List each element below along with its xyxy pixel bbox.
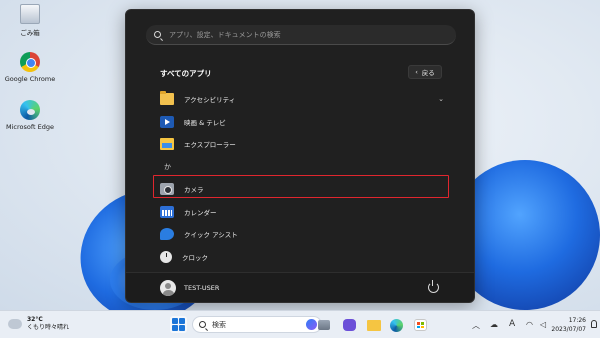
back-button-label: 戻る [421, 69, 435, 77]
search-highlight-icon [306, 319, 317, 330]
notification-icon[interactable] [591, 320, 597, 328]
ime-indicator[interactable]: A [509, 319, 515, 329]
desktop-icon-edge[interactable]: Microsoft Edge [2, 100, 58, 131]
windows-logo-tile [179, 318, 185, 324]
app-item-label: アクセシビリティ [184, 96, 236, 105]
app-item-accessibility[interactable]: アクセシビリティ ⌄ [152, 88, 452, 111]
user-avatar[interactable] [160, 280, 176, 296]
windows-logo-tile [172, 325, 178, 331]
chevron-up-icon[interactable]: ︿ [472, 320, 480, 331]
app-item-label: 映画 & テレビ [184, 118, 226, 127]
start-menu-footer: TEST-USER [126, 272, 474, 302]
app-item-label: カレンダー [184, 208, 217, 217]
app-item-clock[interactable]: クロック [152, 246, 452, 269]
windows-logo-tile [179, 325, 185, 331]
file-explorer-icon [160, 138, 174, 151]
app-item-label: クロック [182, 253, 208, 262]
recycle-bin-icon [20, 4, 40, 24]
folder-icon [160, 91, 174, 106]
start-button[interactable] [170, 316, 187, 333]
store-tile [421, 325, 424, 328]
start-menu: アプリ、設定、ドキュメントの検索 すべてのアプリ ‹ 戻る アクセシビリティ ⌄… [125, 9, 475, 303]
back-button[interactable]: ‹ 戻る [408, 65, 442, 79]
store-taskbar-icon[interactable] [414, 319, 427, 331]
all-apps-heading: すべてのアプリ [160, 69, 212, 78]
calendar-icon [160, 205, 174, 218]
taskbar-search-box[interactable]: 検索 [192, 316, 322, 333]
desktop-icon-label: Microsoft Edge [5, 123, 54, 131]
desktop-icon-label: Google Chrome [4, 75, 56, 83]
movies-tv-icon [160, 115, 174, 128]
chevron-down-icon: ⌄ [438, 95, 444, 103]
desktop-icon-recycle-bin[interactable]: ごみ箱 [2, 4, 58, 37]
cloud-icon[interactable]: ☁ [490, 320, 498, 329]
app-item-label: クイック アシスト [184, 231, 238, 240]
app-item-calendar[interactable]: カレンダー [152, 201, 452, 224]
store-tile [421, 322, 424, 325]
weather-description: くもり時々晴れ [27, 324, 70, 331]
search-icon [199, 321, 206, 328]
search-icon [154, 31, 161, 38]
app-item-quick-assist[interactable]: クイック アシスト [152, 223, 452, 246]
chevron-left-icon: ‹ [415, 68, 418, 76]
weather-temperature: 32°C [27, 316, 43, 323]
search-placeholder: アプリ、設定、ドキュメントの検索 [169, 30, 281, 39]
taskbar: 32°C くもり時々晴れ 検索 ︿ ☁ A ◠ ◁ 17:26 2023/07/… [0, 310, 600, 338]
desktop-icon-label: ごみ箱 [20, 29, 40, 37]
wifi-icon[interactable]: ◠ [526, 320, 533, 329]
clock-icon [160, 250, 172, 263]
file-explorer-taskbar-icon[interactable] [367, 320, 381, 331]
user-name[interactable]: TEST-USER [184, 284, 219, 292]
desktop-icon-chrome[interactable]: Google Chrome [2, 52, 58, 83]
volume-icon[interactable]: ◁ [540, 320, 546, 329]
weather-cloud-icon [6, 316, 22, 329]
highlight-box [153, 175, 449, 198]
system-clock[interactable]: 17:26 2023/07/07 [551, 316, 586, 334]
edge-icon [20, 100, 40, 120]
chrome-icon [20, 52, 40, 72]
task-view-icon[interactable] [318, 320, 330, 330]
app-item-file-explorer[interactable]: エクスプローラー [152, 133, 452, 156]
weather-widget[interactable]: 32°C くもり時々晴れ [6, 316, 69, 332]
clock-date: 2023/07/07 [551, 326, 586, 333]
app-item-movies-tv[interactable]: 映画 & テレビ [152, 111, 452, 134]
edge-taskbar-icon[interactable] [390, 319, 403, 332]
weather-text: 32°C くもり時々晴れ [27, 316, 69, 332]
windows-logo-tile [172, 318, 178, 324]
start-search-input[interactable]: アプリ、設定、ドキュメントの検索 [146, 25, 456, 45]
chat-icon[interactable] [343, 319, 356, 331]
store-tile [417, 325, 420, 328]
quick-assist-icon [160, 228, 174, 241]
clock-time: 17:26 [568, 317, 586, 324]
power-icon[interactable] [428, 280, 439, 293]
taskbar-search-label: 検索 [212, 320, 226, 329]
store-tile [417, 322, 420, 325]
app-item-label: エクスプローラー [184, 141, 236, 150]
